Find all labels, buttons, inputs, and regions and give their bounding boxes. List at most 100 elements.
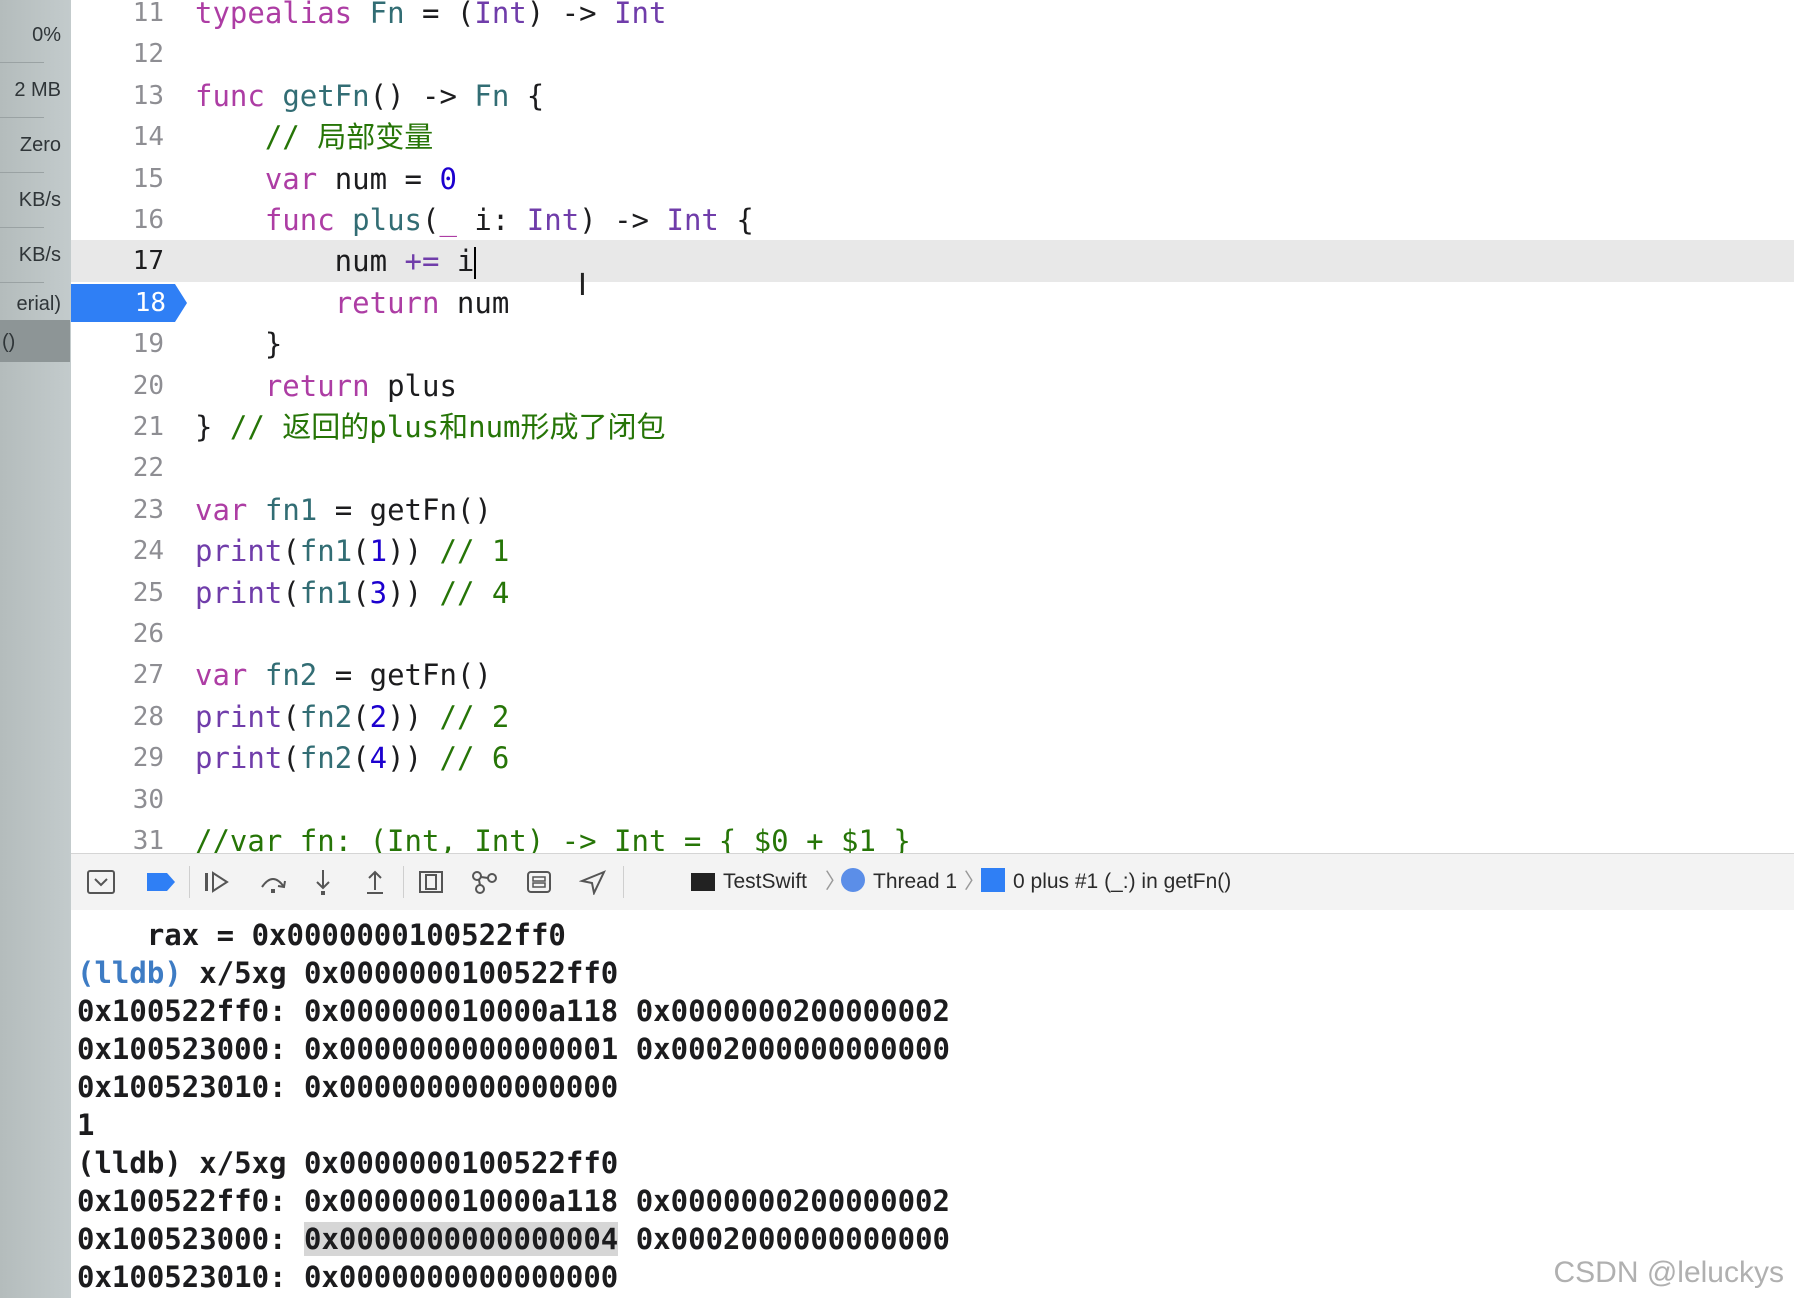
code-line[interactable]: 14 // 局部变量: [71, 116, 1794, 158]
ibeam-cursor-icon: I: [578, 268, 587, 303]
code-text[interactable]: //var fn: (Int, Int) -> Int = { $0 + $1 …: [195, 820, 911, 853]
code-line[interactable]: 22: [71, 447, 1794, 489]
line-number[interactable]: 29: [71, 737, 164, 779]
continue-icon[interactable]: [199, 864, 235, 900]
code-token: plus: [369, 368, 457, 403]
code-token: )): [387, 575, 440, 610]
code-text[interactable]: print(fn1(1)) // 1: [195, 530, 509, 572]
line-number[interactable]: 16: [71, 199, 164, 241]
code-line[interactable]: 31 //var fn: (Int, Int) -> Int = { $0 + $…: [71, 820, 1794, 853]
line-number[interactable]: 20: [71, 365, 164, 407]
code-token: 3: [369, 575, 388, 610]
thread-label[interactable]: erial): [17, 293, 61, 316]
energy-gauge-label[interactable]: Zero: [20, 134, 61, 157]
code-line[interactable]: 29 print(fn2(4)) // 6: [71, 737, 1794, 779]
code-token: Fn: [369, 0, 405, 30]
line-number[interactable]: 28: [71, 696, 164, 738]
line-number[interactable]: 25: [71, 572, 164, 614]
code-line[interactable]: 11 typealias Fn = (Int) -> Int: [71, 0, 1794, 34]
line-number[interactable]: 23: [71, 489, 164, 531]
code-line[interactable]: 15 var num = 0: [71, 158, 1794, 200]
code-text[interactable]: return num: [195, 282, 510, 324]
code-line[interactable]: 27 var fn2 = getFn(): [71, 654, 1794, 696]
code-line[interactable]: 17 num += i: [71, 240, 1794, 283]
debug-console[interactable]: rax = 0x0000000100522ff0 (lldb) x/5xg 0x0…: [71, 910, 1794, 1298]
cpu-gauge-label[interactable]: 0%: [32, 24, 61, 47]
code-token: // 2: [439, 699, 510, 734]
code-text[interactable]: }: [195, 323, 282, 365]
code-text[interactable]: func getFn() -> Fn {: [195, 75, 544, 117]
frame-label[interactable]: (): [2, 331, 15, 354]
line-number[interactable]: 27: [71, 654, 164, 696]
line-number[interactable]: 22: [71, 447, 164, 489]
code-line[interactable]: 30: [71, 779, 1794, 821]
line-number[interactable]: 26: [71, 613, 164, 655]
code-text[interactable]: var fn2 = getFn(): [195, 654, 492, 696]
console-line: (lldb) x/5xg 0x0000000100522ff0: [77, 1144, 618, 1182]
code-text[interactable]: typealias Fn = (Int) -> Int: [195, 0, 666, 34]
breakpoint-marker-icon[interactable]: 18: [71, 283, 187, 322]
disk-gauge-label[interactable]: KB/s: [19, 189, 61, 212]
line-number[interactable]: 12: [71, 33, 164, 75]
code-line[interactable]: 24 print(fn1(1)) // 1: [71, 530, 1794, 572]
breadcrumb-thread[interactable]: Thread 1: [841, 854, 957, 910]
code-text[interactable]: var fn1 = getFn(): [195, 489, 492, 531]
code-line[interactable]: 12: [71, 33, 1794, 75]
code-line[interactable]: 28 print(fn2(2)) // 2: [71, 696, 1794, 738]
code-text[interactable]: return plus: [195, 365, 457, 407]
code-line[interactable]: 16 func plus(_ i: Int) -> Int {: [71, 199, 1794, 241]
breadcrumb-target[interactable]: TestSwift: [691, 854, 807, 910]
code-token: {: [509, 78, 545, 113]
code-token: // 返回的plus和num形成了闭包: [229, 410, 666, 444]
code-line[interactable]: 18 return num: [71, 282, 1794, 324]
code-line[interactable]: 26: [71, 613, 1794, 655]
breakpoints-toggle-icon[interactable]: [143, 864, 179, 900]
line-number[interactable]: 11: [71, 0, 164, 34]
code-line[interactable]: 20 return plus: [71, 365, 1794, 407]
code-text[interactable]: } // 返回的plus和num形成了闭包: [195, 406, 666, 448]
code-line[interactable]: 23 var fn1 = getFn(): [71, 489, 1794, 531]
code-text[interactable]: print(fn2(4)) // 6: [195, 737, 509, 779]
code-text[interactable]: func plus(_ i: Int) -> Int {: [195, 199, 754, 241]
code-text[interactable]: // 局部变量: [195, 116, 433, 158]
code-token: ) ->: [526, 0, 615, 30]
step-into-icon[interactable]: [305, 864, 341, 900]
memory-graph-icon[interactable]: [467, 864, 503, 900]
line-number[interactable]: 24: [71, 530, 164, 572]
step-over-icon[interactable]: [255, 864, 291, 900]
line-number[interactable]: 30: [71, 779, 164, 821]
code-text[interactable]: var num = 0: [195, 158, 457, 200]
line-number[interactable]: 19: [71, 323, 164, 365]
code-line[interactable]: 19 }: [71, 323, 1794, 365]
code-line[interactable]: 13 func getFn() -> Fn {: [71, 75, 1794, 117]
frame-label: 0 plus #1 (_:) in getFn(): [1013, 870, 1232, 893]
code-text[interactable]: print(fn2(2)) // 2: [195, 696, 509, 738]
code-line[interactable]: 21 } // 返回的plus和num形成了闭包: [71, 406, 1794, 448]
code-text[interactable]: print(fn1(3)) // 4: [195, 572, 509, 614]
breadcrumb-frame[interactable]: 0 plus #1 (_:) in getFn(): [981, 854, 1231, 910]
selected-text: 0x0000000000000004: [303, 1222, 619, 1256]
hide-debug-area-icon[interactable]: [83, 864, 119, 900]
memory-gauge-label[interactable]: 2 MB: [14, 79, 61, 102]
view-hierarchy-icon[interactable]: [413, 864, 449, 900]
line-number[interactable]: 21: [71, 406, 164, 448]
code-token: (: [282, 575, 300, 610]
line-number[interactable]: 14: [71, 116, 164, 158]
code-text[interactable]: num += i: [195, 240, 477, 282]
simulate-location-icon[interactable]: [575, 864, 611, 900]
line-number[interactable]: 15: [71, 158, 164, 200]
code-token: num: [439, 285, 510, 320]
step-out-icon[interactable]: [357, 864, 393, 900]
environment-overrides-icon[interactable]: [521, 864, 557, 900]
line-number[interactable]: 17: [71, 240, 164, 282]
code-token: i:: [456, 203, 527, 237]
line-number[interactable]: 31: [71, 820, 164, 853]
source-editor[interactable]: 11 typealias Fn = (Int) -> Int 12 13 func ge…: [71, 0, 1794, 853]
code-token: )): [387, 534, 440, 569]
line-number[interactable]: 13: [71, 75, 164, 117]
code-line[interactable]: 25 print(fn1(3)) // 4: [71, 572, 1794, 614]
code-token: func: [195, 78, 265, 113]
network-gauge-label[interactable]: KB/s: [19, 244, 61, 267]
